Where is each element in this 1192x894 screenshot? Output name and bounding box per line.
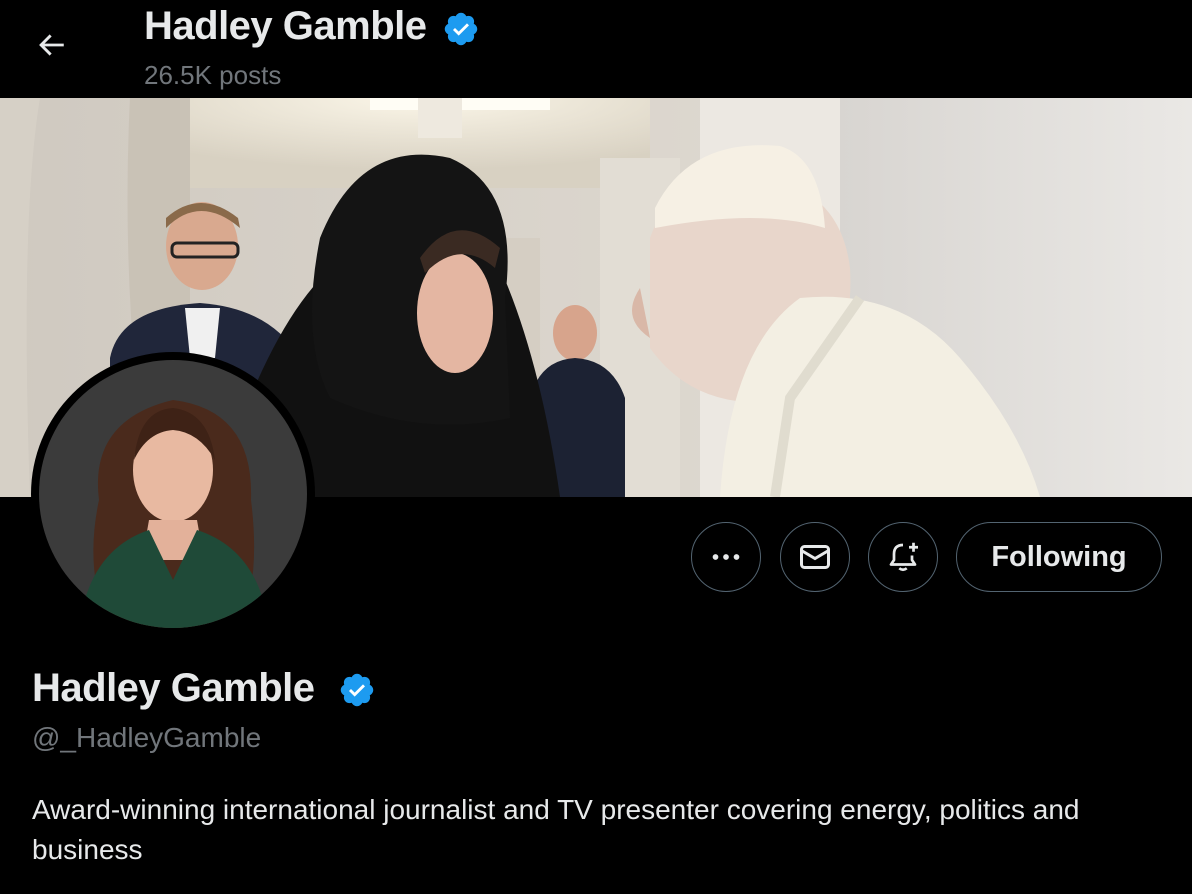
message-button[interactable]: [780, 522, 850, 592]
more-horizontal-icon: [712, 554, 740, 560]
bell-plus-icon: [889, 542, 918, 572]
verified-badge-icon[interactable]: [442, 10, 480, 48]
profile-bio: Award-winning international journalist a…: [32, 794, 1080, 865]
avatar-image: [39, 360, 307, 628]
header-display-name: Hadley Gamble: [144, 4, 427, 48]
profile-handle: @_HadleyGamble: [32, 722, 262, 753]
profile-display-name: Hadley Gamble: [32, 666, 315, 710]
profile-avatar[interactable]: [31, 352, 315, 636]
envelope-icon: [800, 545, 830, 569]
arrow-left-icon: [39, 34, 64, 56]
notifications-button[interactable]: [868, 522, 938, 592]
verified-badge-icon[interactable]: [338, 671, 376, 709]
back-button[interactable]: [22, 20, 80, 70]
more-button[interactable]: [691, 522, 761, 592]
following-button[interactable]: Following: [956, 522, 1162, 592]
top-bar: Hadley Gamble 26.5K posts: [0, 0, 1192, 98]
post-count: 26.5K posts: [144, 60, 282, 90]
